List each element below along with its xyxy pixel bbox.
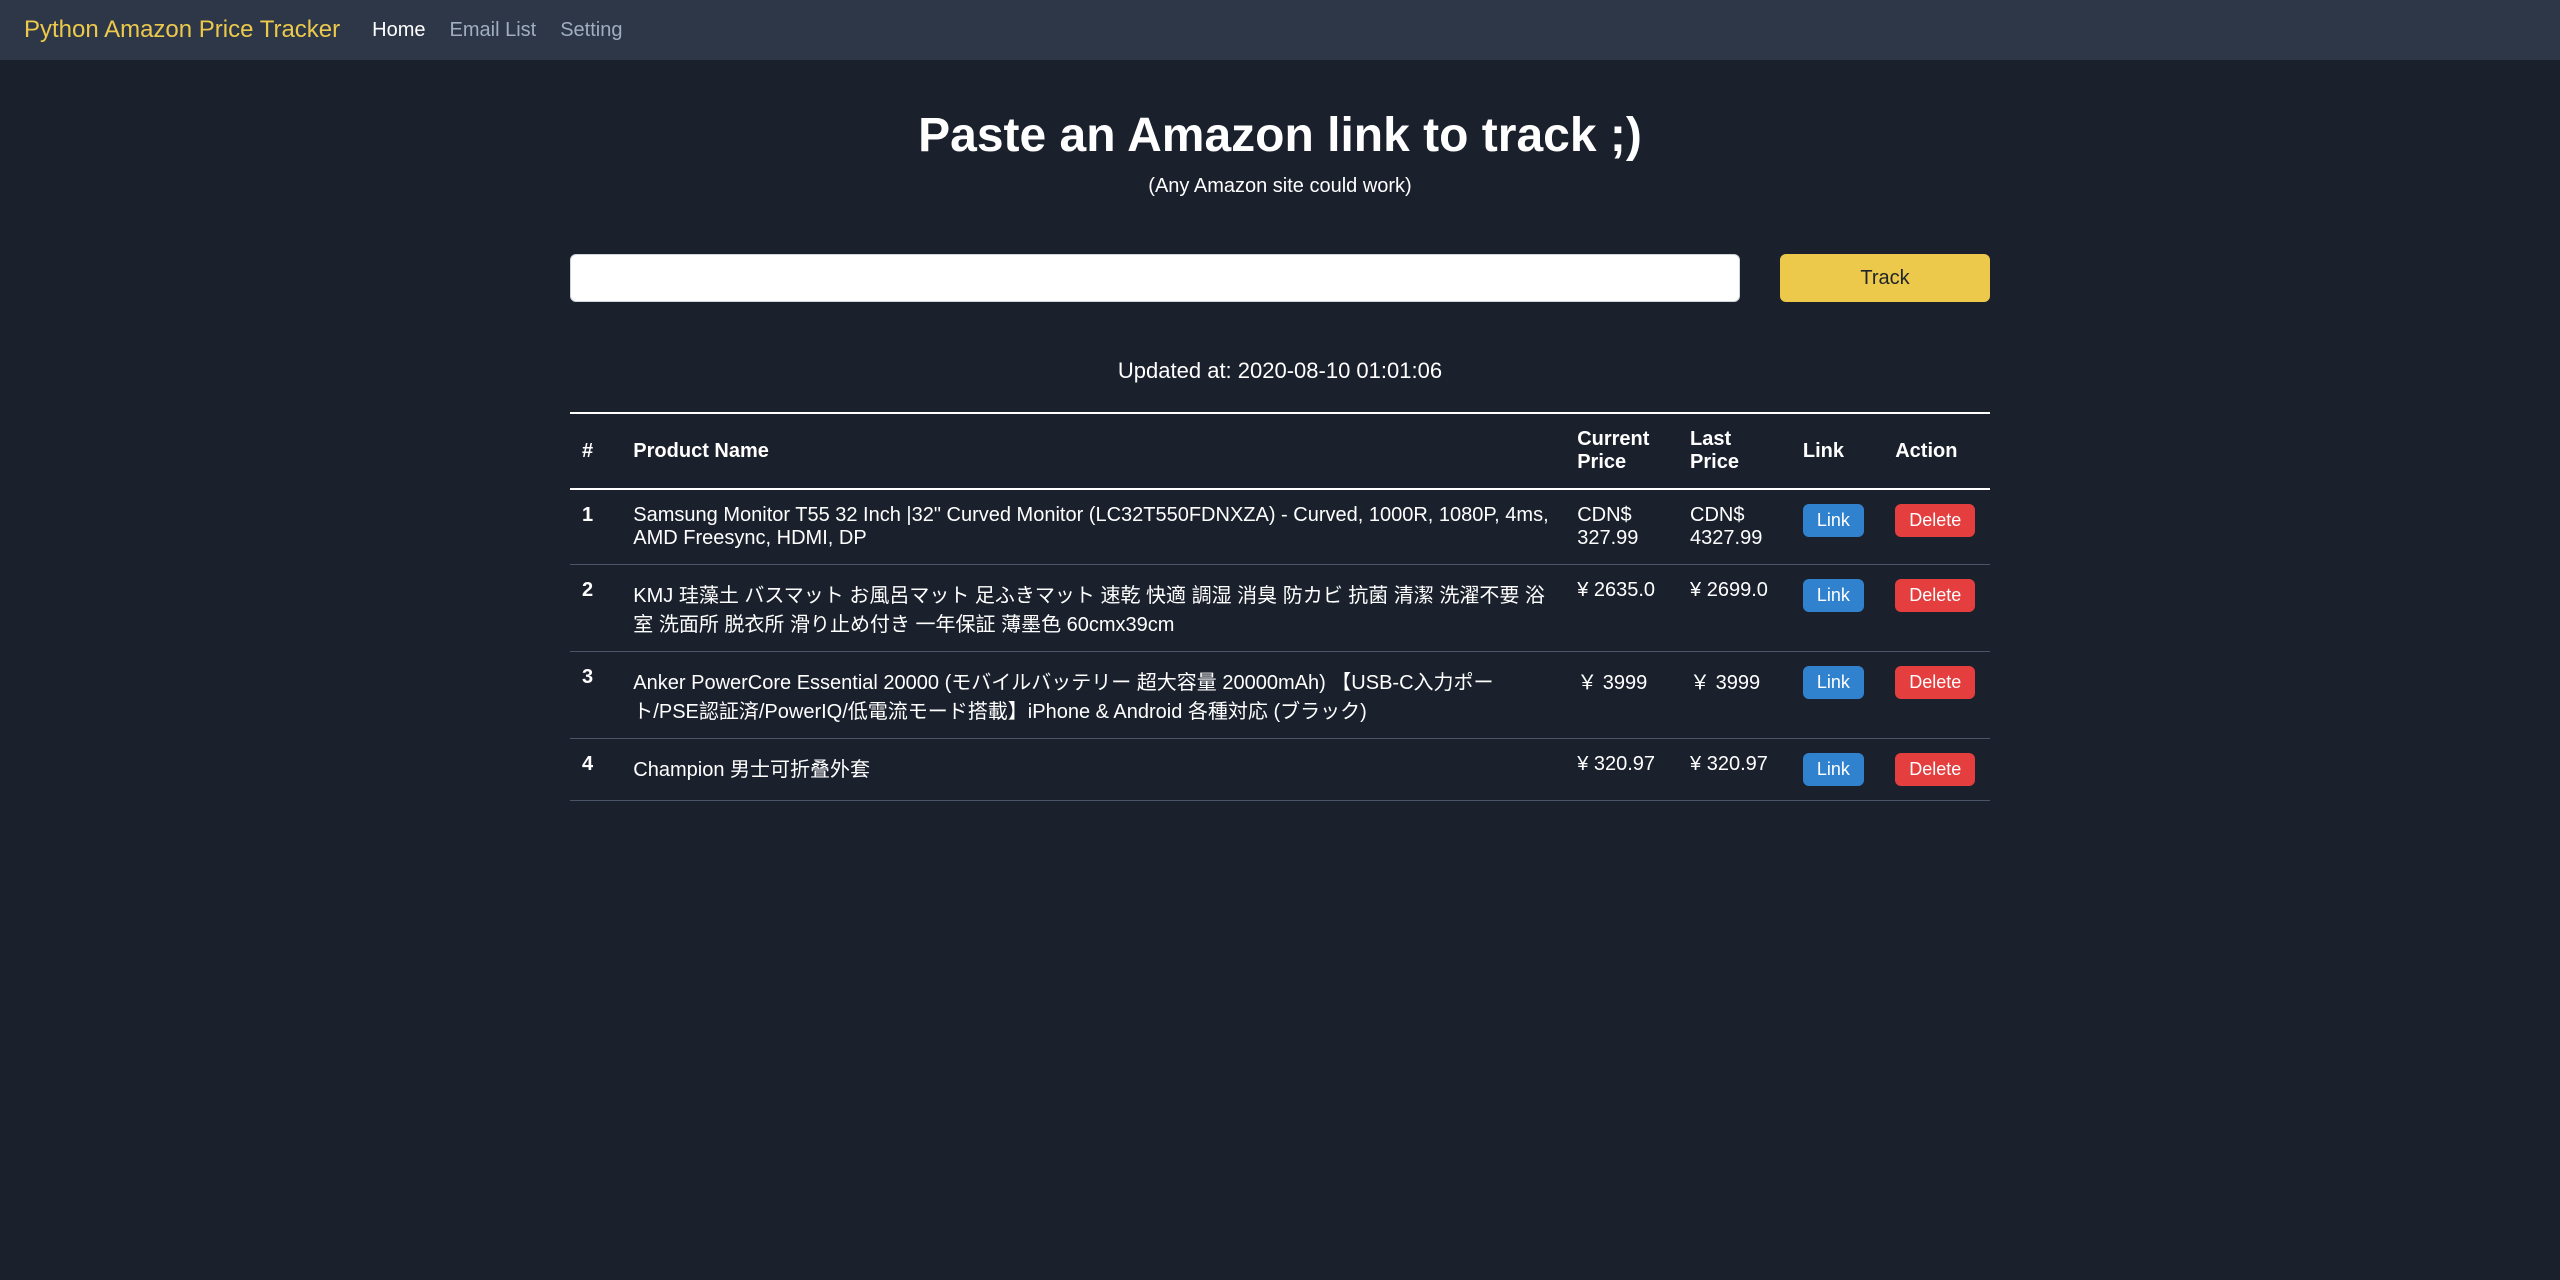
row-num: 2 xyxy=(570,565,621,652)
row-action-cell: Delete xyxy=(1883,739,1990,801)
row-num: 4 xyxy=(570,739,621,801)
row-num: 1 xyxy=(570,489,621,565)
header-action: Action xyxy=(1883,413,1990,489)
navbar: Python Amazon Price Tracker Home Email L… xyxy=(0,0,2560,60)
row-link-cell: Link xyxy=(1791,565,1883,652)
row-link-cell: Link xyxy=(1791,489,1883,565)
table-row: 4Champion 男士可折叠外套¥ 320.97¥ 320.97LinkDel… xyxy=(570,739,1990,801)
nav-links: Home Email List Setting xyxy=(372,19,622,42)
track-form: Track xyxy=(570,254,1990,302)
row-product-name: KMJ 珪藻土 バスマット お風呂マット 足ふきマット 速乾 快適 調湿 消臭 … xyxy=(621,565,1565,652)
row-last-price: ￥ 3999 xyxy=(1678,652,1791,739)
header-num: # xyxy=(570,413,621,489)
table-row: 2KMJ 珪藻土 バスマット お風呂マット 足ふきマット 速乾 快適 調湿 消臭… xyxy=(570,565,1990,652)
delete-button[interactable]: Delete xyxy=(1895,753,1975,786)
header-current-price: Current Price xyxy=(1565,413,1678,489)
link-button[interactable]: Link xyxy=(1803,504,1864,537)
row-product-name: Anker PowerCore Essential 20000 (モバイルバッテ… xyxy=(621,652,1565,739)
page-title: Paste an Amazon link to track ;) xyxy=(570,108,1990,163)
row-current-price: CDN$ 327.99 xyxy=(1565,489,1678,565)
row-last-price: CDN$ 4327.99 xyxy=(1678,489,1791,565)
row-current-price: ¥ 2635.0 xyxy=(1565,565,1678,652)
link-button[interactable]: Link xyxy=(1803,753,1864,786)
delete-button[interactable]: Delete xyxy=(1895,666,1975,699)
page-subtitle: (Any Amazon site could work) xyxy=(570,175,1990,198)
header-last-price: Last Price xyxy=(1678,413,1791,489)
link-button[interactable]: Link xyxy=(1803,579,1864,612)
row-current-price: ¥ 320.97 xyxy=(1565,739,1678,801)
row-action-cell: Delete xyxy=(1883,489,1990,565)
link-button[interactable]: Link xyxy=(1803,666,1864,699)
main-container: Paste an Amazon link to track ;) (Any Am… xyxy=(550,60,2010,801)
delete-button[interactable]: Delete xyxy=(1895,579,1975,612)
delete-button[interactable]: Delete xyxy=(1895,504,1975,537)
row-product-name: Champion 男士可折叠外套 xyxy=(621,739,1565,801)
header-link: Link xyxy=(1791,413,1883,489)
row-link-cell: Link xyxy=(1791,739,1883,801)
updated-at-label: Updated at: 2020-08-10 01:01:06 xyxy=(570,358,1990,384)
products-table: # Product Name Current Price Last Price … xyxy=(570,412,1990,801)
amazon-link-input[interactable] xyxy=(570,254,1740,302)
row-product-name: Samsung Monitor T55 32 Inch |32" Curved … xyxy=(621,489,1565,565)
nav-setting[interactable]: Setting xyxy=(560,19,622,42)
row-action-cell: Delete xyxy=(1883,652,1990,739)
nav-home[interactable]: Home xyxy=(372,19,425,42)
track-button[interactable]: Track xyxy=(1780,254,1990,302)
row-last-price: ¥ 320.97 xyxy=(1678,739,1791,801)
brand-title: Python Amazon Price Tracker xyxy=(24,16,340,44)
row-current-price: ￥ 3999 xyxy=(1565,652,1678,739)
row-action-cell: Delete xyxy=(1883,565,1990,652)
row-link-cell: Link xyxy=(1791,652,1883,739)
nav-email-list[interactable]: Email List xyxy=(450,19,537,42)
row-num: 3 xyxy=(570,652,621,739)
header-name: Product Name xyxy=(621,413,1565,489)
table-row: 1Samsung Monitor T55 32 Inch |32" Curved… xyxy=(570,489,1990,565)
table-row: 3Anker PowerCore Essential 20000 (モバイルバッ… xyxy=(570,652,1990,739)
row-last-price: ¥ 2699.0 xyxy=(1678,565,1791,652)
